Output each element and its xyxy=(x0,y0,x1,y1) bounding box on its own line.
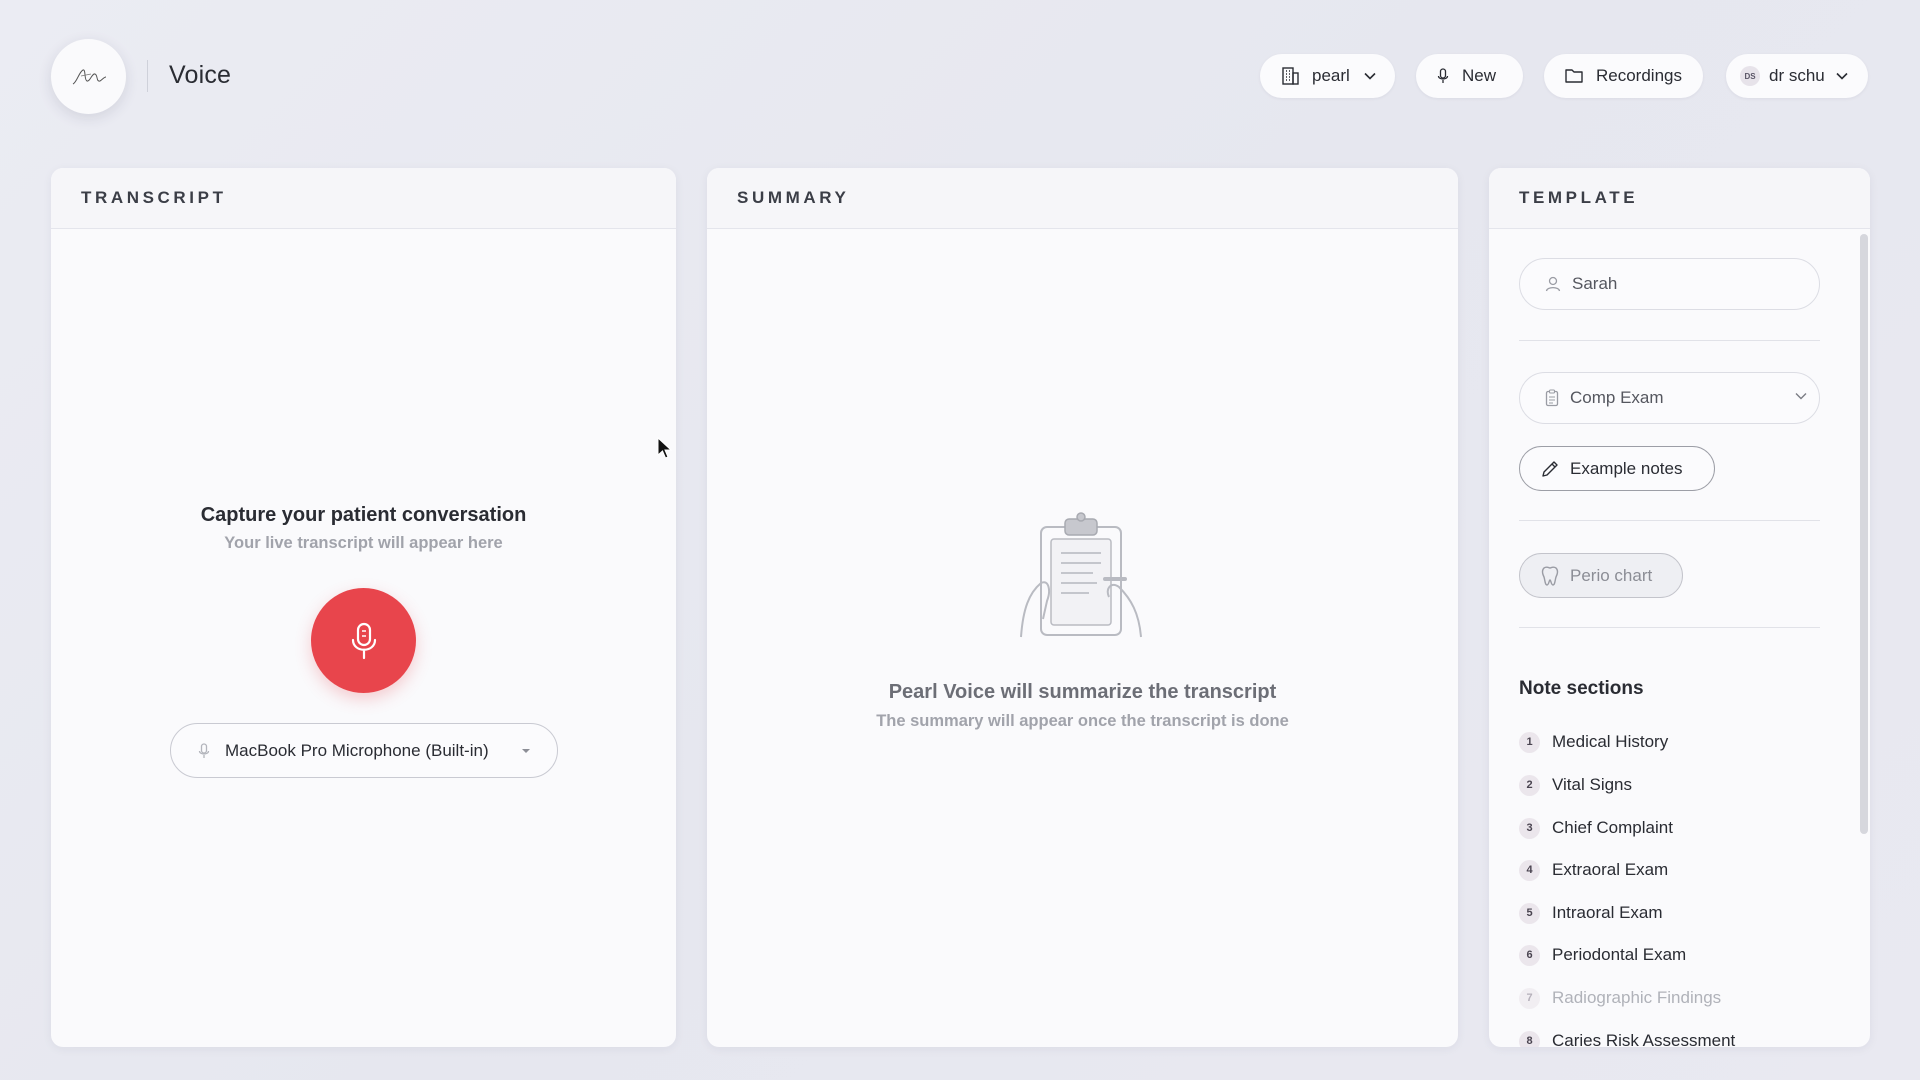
user-menu[interactable]: DS dr schu xyxy=(1726,54,1868,98)
microphone-select-value: MacBook Pro Microphone (Built-in) xyxy=(225,740,489,760)
note-section-number: 4 xyxy=(1519,859,1540,881)
workspace-selector[interactable]: pearl xyxy=(1260,54,1395,98)
note-section-number: 3 xyxy=(1519,817,1540,839)
user-icon xyxy=(1545,276,1561,292)
note-section-number: 1 xyxy=(1519,731,1540,753)
divider xyxy=(1519,520,1820,521)
summary-panel: SUMMARY Pearl Voice will summarize the t… xyxy=(707,168,1458,1047)
note-section-item[interactable]: 7 Radiographic Findings xyxy=(1519,984,1721,1012)
template-select-value: Comp Exam xyxy=(1570,388,1664,407)
note-section-item[interactable]: 1 Medical History xyxy=(1519,728,1668,756)
patient-name-input[interactable]: Sarah xyxy=(1519,258,1820,310)
example-notes-button[interactable]: Example notes xyxy=(1519,446,1715,491)
template-heading: TEMPLATE xyxy=(1489,168,1870,229)
template-panel: TEMPLATE Sarah Comp Exam Example notes P… xyxy=(1489,168,1870,1047)
app-title: Voice xyxy=(169,61,232,89)
note-sections-heading: Note sections xyxy=(1519,678,1644,699)
note-section-label: Medical History xyxy=(1552,732,1669,751)
note-section-label: Periodontal Exam xyxy=(1552,945,1687,964)
template-select[interactable]: Comp Exam xyxy=(1519,372,1820,424)
caret-down-icon xyxy=(521,748,530,753)
note-section-item[interactable]: 5 Intraoral Exam xyxy=(1519,899,1663,927)
note-section-number: 5 xyxy=(1519,902,1540,924)
avatar: DS xyxy=(1740,66,1760,86)
microphone-icon xyxy=(198,742,210,758)
app-logo[interactable] xyxy=(51,39,126,114)
transcript-heading: TRANSCRIPT xyxy=(51,168,676,229)
example-notes-label: Example notes xyxy=(1570,458,1683,478)
divider xyxy=(1519,340,1820,341)
folder-icon xyxy=(1565,69,1583,83)
chevron-down-icon xyxy=(1364,72,1376,80)
new-label: New xyxy=(1462,66,1497,85)
perio-chart-button[interactable]: Perio chart xyxy=(1519,553,1683,598)
user-label: dr schu xyxy=(1769,66,1825,85)
mouse-cursor-icon xyxy=(657,437,673,459)
note-section-number: 2 xyxy=(1519,774,1540,796)
note-section-number: 8 xyxy=(1519,1030,1540,1047)
note-section-item[interactable]: 4 Extraoral Exam xyxy=(1519,856,1668,884)
microphone-select[interactable]: MacBook Pro Microphone (Built-in) xyxy=(170,723,558,778)
transcript-panel: TRANSCRIPT Capture your patient conversa… xyxy=(51,168,676,1047)
note-section-item[interactable]: 6 Periodontal Exam xyxy=(1519,941,1686,969)
chevron-down-icon xyxy=(1836,72,1848,80)
document-icon xyxy=(1545,389,1559,407)
perio-chart-label: Perio chart xyxy=(1570,565,1653,585)
recordings-label: Recordings xyxy=(1596,66,1682,85)
summary-empty-title: Pearl Voice will summarize the transcrip… xyxy=(888,681,1277,703)
note-section-label: Intraoral Exam xyxy=(1552,903,1663,922)
transcript-empty-title: Capture your patient conversation xyxy=(200,504,527,526)
record-button[interactable] xyxy=(311,588,416,693)
workspace-label: pearl xyxy=(1312,66,1350,85)
note-section-label: Extraoral Exam xyxy=(1552,860,1669,879)
building-icon xyxy=(1282,67,1299,85)
patient-name-value: Sarah xyxy=(1572,274,1618,293)
chevron-down-icon xyxy=(1795,393,1807,400)
microphone-icon xyxy=(351,622,376,659)
note-section-label: Vital Signs xyxy=(1552,775,1633,794)
recordings-button[interactable]: Recordings xyxy=(1544,54,1703,98)
note-section-item[interactable]: 2 Vital Signs xyxy=(1519,771,1632,799)
new-recording-button[interactable]: New xyxy=(1416,54,1523,98)
divider xyxy=(1519,627,1820,628)
signature-logo-icon xyxy=(72,69,106,84)
clipboard-illustration-icon xyxy=(1020,512,1142,638)
note-section-label: Radiographic Findings xyxy=(1552,988,1722,1007)
summary-empty-subtitle: The summary will appear once the transcr… xyxy=(876,712,1289,730)
summary-heading: SUMMARY xyxy=(707,168,1458,229)
note-section-label: Caries Risk Assessment xyxy=(1552,1031,1736,1047)
tooth-icon xyxy=(1541,565,1559,586)
pencil-icon xyxy=(1542,460,1558,477)
template-scrollbar[interactable] xyxy=(1860,234,1868,834)
microphone-icon xyxy=(1437,68,1449,83)
note-section-number: 7 xyxy=(1519,987,1540,1009)
note-section-item[interactable]: 3 Chief Complaint xyxy=(1519,814,1673,842)
header-divider xyxy=(147,60,148,92)
note-section-number: 6 xyxy=(1519,944,1540,966)
note-section-item[interactable]: 8 Caries Risk Assessment xyxy=(1519,1027,1735,1047)
note-section-label: Chief Complaint xyxy=(1552,818,1673,837)
transcript-empty-subtitle: Your live transcript will appear here xyxy=(224,534,503,552)
